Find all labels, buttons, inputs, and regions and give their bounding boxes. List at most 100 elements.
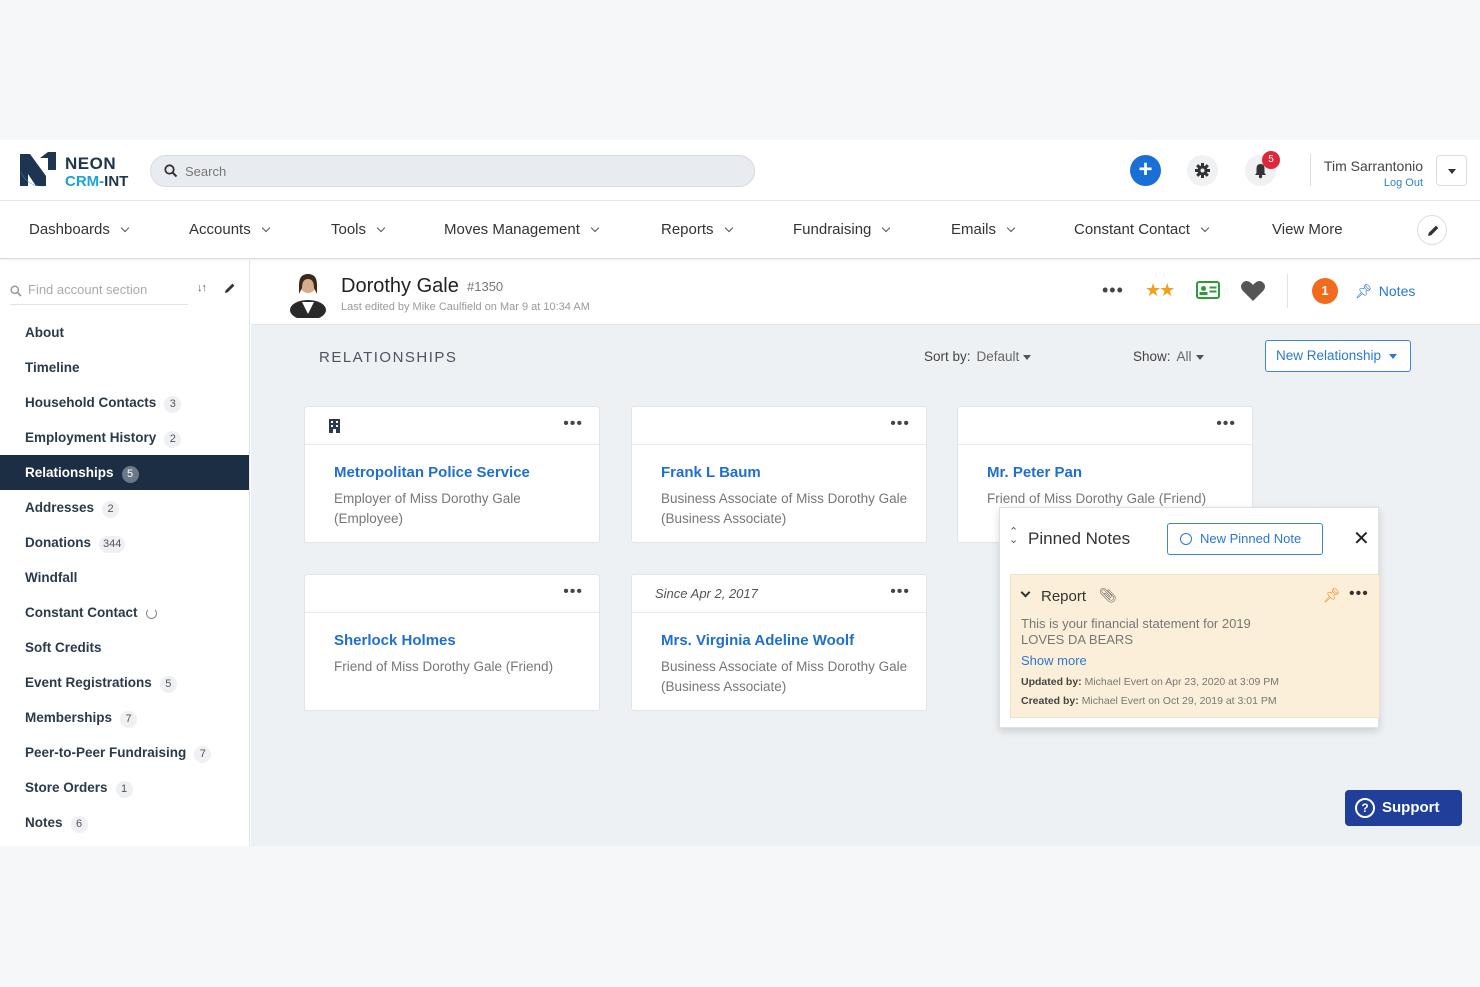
nav-fundraising[interactable]: Fundraising	[793, 221, 891, 238]
divider	[10, 304, 188, 305]
new-relationship-button[interactable]: New Relationship	[1265, 340, 1411, 372]
settings-button[interactable]	[1187, 155, 1218, 186]
support-button[interactable]: ? Support	[1345, 790, 1462, 826]
id-card-icon[interactable]	[1196, 281, 1220, 299]
account-sidebar: Find account section ↓↑ About Timeline H…	[0, 260, 250, 846]
logout-link[interactable]: Log Out	[1320, 177, 1423, 189]
sidebar-item-household-contacts[interactable]: Household Contacts 3	[0, 385, 249, 420]
quick-add-button[interactable]: +	[1130, 155, 1161, 186]
pin-icon[interactable]: 📌︎	[1323, 587, 1341, 604]
nav-reports[interactable]: Reports	[661, 221, 733, 238]
chevron-down-icon[interactable]	[1020, 587, 1031, 598]
sidebar-item-notes[interactable]: Notes 6	[0, 805, 249, 840]
card-header: •••	[305, 407, 599, 445]
close-icon[interactable]: ✕	[1353, 526, 1370, 551]
count-badge: 7	[120, 711, 138, 728]
relationship-name-link[interactable]: Mrs. Virginia Adeline Woolf	[661, 632, 854, 649]
sidebar-item-peer-to-peer-fundraising[interactable]: Peer-to-Peer Fundraising 7	[0, 735, 249, 770]
sidebar-item-donations[interactable]: Donations 344	[0, 525, 249, 560]
sidebar-item-timeline[interactable]: Timeline	[0, 350, 249, 385]
relationship-name-link[interactable]: Metropolitan Police Service	[334, 464, 530, 481]
show-filter-dropdown[interactable]: Show: All	[1133, 349, 1204, 364]
card-header: Since Apr 2, 2017 •••	[632, 575, 926, 613]
top-bar: NEON CRM-INT +	[0, 140, 1480, 200]
relationship-name-link[interactable]: Frank L Baum	[661, 464, 761, 481]
loading-spinner-icon	[145, 607, 157, 619]
note-created-by: Created by: Michael Evert on Oct 29, 201…	[1021, 695, 1277, 707]
sidebar-item-soft-credits[interactable]: Soft Credits	[0, 630, 249, 665]
caret-down-icon	[1389, 353, 1398, 359]
neon-logo[interactable]: NEON CRM-INT	[18, 150, 138, 192]
note-updated-by: Updated by: Michael Evert on Apr 23, 202…	[1021, 676, 1279, 688]
global-search[interactable]	[150, 155, 755, 187]
sidebar-item-employment-history[interactable]: Employment History 2	[0, 420, 249, 455]
expand-collapse-icon[interactable]: ⌃ ⌄	[1009, 527, 1018, 546]
alert-badge[interactable]: 1	[1312, 278, 1338, 304]
nav-emails[interactable]: Emails	[951, 221, 1016, 238]
section-list: About Timeline Household Contacts 3 Emplo…	[0, 315, 249, 840]
plus-circle-icon	[1180, 532, 1192, 545]
chevron-down-icon	[1200, 223, 1210, 233]
new-pinned-note-button[interactable]: New Pinned Note	[1167, 523, 1323, 555]
card-menu-button[interactable]: •••	[890, 415, 910, 433]
relationship-description: Business Associate of Miss Dorothy Gale …	[661, 659, 908, 694]
heart-icon[interactable]	[1240, 280, 1266, 302]
count-badge: 5	[121, 466, 139, 483]
nav-view-more[interactable]: View More	[1272, 221, 1343, 238]
nav-constant-contact[interactable]: Constant Contact	[1074, 221, 1210, 238]
nav-tools[interactable]: Tools	[331, 221, 386, 238]
relationship-name-link[interactable]: Mr. Peter Pan	[987, 464, 1082, 481]
relationship-card: ••• Sherlock Holmes Friend of Miss Dorot…	[304, 574, 600, 711]
sidebar-item-addresses[interactable]: Addresses 2	[0, 490, 249, 525]
user-menu-dropdown[interactable]	[1436, 155, 1467, 186]
sort-icon[interactable]: ↓↑	[197, 282, 207, 294]
main-nav: Dashboards Accounts Tools Moves Manageme…	[0, 200, 1480, 259]
sidebar-item-store-orders[interactable]: Store Orders 1	[0, 770, 249, 805]
show-more-link[interactable]: Show more	[1021, 653, 1087, 668]
count-badge: 6	[70, 816, 88, 833]
notes-link[interactable]: 📌︎ Notes	[1355, 283, 1415, 300]
pencil-icon	[1428, 225, 1439, 236]
search-input[interactable]	[185, 161, 725, 181]
pin-icon: 📌︎	[1355, 283, 1373, 299]
card-menu-button[interactable]: •••	[563, 415, 583, 433]
note-menu-button[interactable]: •••	[1349, 585, 1369, 603]
star-rating[interactable]: ★★	[1145, 280, 1175, 301]
gear-icon	[1195, 163, 1210, 178]
sort-by-dropdown[interactable]: Sort by: Default	[924, 349, 1032, 364]
count-badge: 2	[164, 431, 182, 448]
edit-nav-button[interactable]	[1417, 215, 1447, 245]
relationship-name-link[interactable]: Sherlock Holmes	[334, 632, 456, 649]
sidebar-item-memberships[interactable]: Memberships 7	[0, 700, 249, 735]
nav-dashboards[interactable]: Dashboards	[29, 221, 130, 238]
search-icon	[10, 285, 22, 297]
sidebar-item-event-registrations[interactable]: Event Registrations 5	[0, 665, 249, 700]
sidebar-item-windfall[interactable]: Windfall	[0, 560, 249, 595]
card-menu-button[interactable]: •••	[563, 583, 583, 601]
since-date: Since Apr 2, 2017	[655, 586, 758, 601]
nav-accounts[interactable]: Accounts	[189, 221, 270, 238]
chevron-down-icon	[882, 223, 891, 233]
card-menu-button[interactable]: •••	[1216, 415, 1236, 433]
sidebar-item-constant-contact[interactable]: Constant Contact	[0, 595, 249, 630]
account-header: Dorothy Gale #1350 Last edited by Mike C…	[251, 260, 1480, 325]
account-id: #1350	[467, 279, 504, 294]
more-actions-button[interactable]: •••	[1102, 280, 1124, 301]
pencil-icon[interactable]	[223, 281, 237, 295]
card-header: •••	[958, 407, 1252, 445]
avatar	[290, 274, 326, 318]
sidebar-item-relationships[interactable]: Relationships 5	[0, 455, 249, 490]
count-badge: 344	[99, 536, 126, 553]
nav-moves-management[interactable]: Moves Management	[444, 221, 600, 238]
sidebar-item-about[interactable]: About	[0, 315, 249, 350]
relationship-card: ••• Metropolitan Police Service Employer…	[304, 406, 600, 543]
user-name: Tim Sarrantonio	[1323, 158, 1423, 174]
find-section-input[interactable]: Find account section	[10, 282, 147, 297]
chevron-down-icon	[376, 223, 386, 233]
paperclip-icon: 📎︎	[1099, 587, 1117, 603]
building-icon	[329, 419, 340, 433]
count-badge: 5	[159, 676, 177, 693]
card-menu-button[interactable]: •••	[890, 583, 910, 601]
caret-down-icon	[1195, 354, 1204, 360]
logo-text-neon: NEON	[65, 154, 117, 173]
